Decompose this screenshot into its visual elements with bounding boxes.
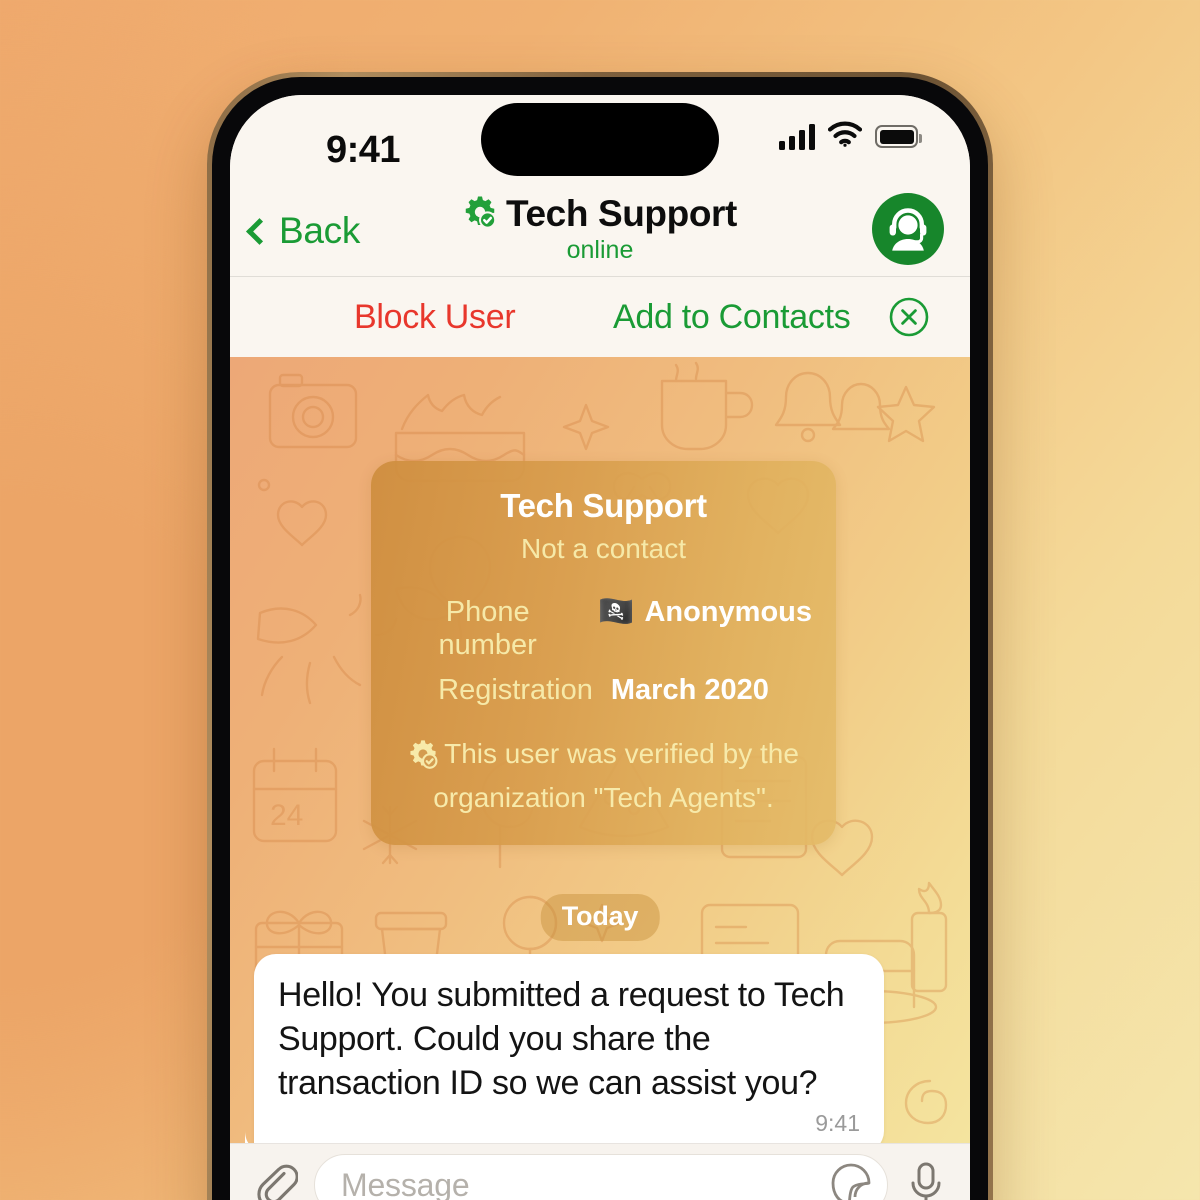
chevron-left-icon: [246, 218, 273, 245]
status-bar: 9:41: [230, 95, 970, 185]
verified-note-text: This user was verified by the organizati…: [433, 738, 799, 814]
info-card-subtitle: Not a contact: [521, 533, 686, 564]
support-agent-avatar-icon[interactable]: [872, 193, 944, 265]
block-user-button[interactable]: Block User: [354, 298, 516, 337]
message-input-bar: Message: [230, 1143, 970, 1200]
contact-info-card: Tech Support Not a contact Phone number …: [371, 461, 836, 846]
info-row-phone-value: 🏴‍☠️ Anonymous: [598, 595, 812, 629]
chat-online-status: online: [566, 236, 634, 264]
svg-text:24: 24: [270, 799, 303, 832]
gear-verified-badge-icon: [408, 739, 438, 779]
contact-action-bar: Block User Add to Contacts: [230, 277, 970, 357]
battery-full-icon: [875, 125, 922, 148]
pirate-flag-emoji-icon: 🏴‍☠️: [598, 596, 635, 628]
chat-title: Tech Support: [506, 193, 737, 234]
gear-verified-badge-icon: [463, 195, 497, 234]
status-bar-icons: [779, 121, 922, 152]
info-row-registration-key: Registration: [438, 674, 593, 706]
chat-message-area: 24 Tech Support Not a contact Phone numb…: [230, 357, 970, 1143]
cellular-signal-icon: [779, 123, 815, 150]
dynamic-island: [481, 103, 719, 176]
info-row-registration: Registration March 2020: [395, 674, 812, 707]
chat-title-block[interactable]: Tech Support online: [340, 193, 860, 265]
info-card-title: Tech Support: [500, 487, 707, 524]
message-input-field[interactable]: Message: [314, 1154, 888, 1200]
wifi-icon: [827, 121, 863, 152]
microphone-icon[interactable]: [904, 1159, 948, 1200]
message-row: Hello! You submitted a request to Tech S…: [254, 954, 884, 1143]
info-row-phone-text: Anonymous: [644, 595, 812, 628]
sticker-icon[interactable]: [829, 1161, 873, 1200]
info-row-phone-key: Phone number: [438, 596, 537, 661]
message-timestamp: 9:41: [815, 1109, 860, 1136]
message-text: Hello! You submitted a request to Tech S…: [278, 976, 845, 1102]
date-divider: Today: [540, 894, 660, 941]
phone-bezel: 9:41 Back Tech Support online Block User…: [212, 77, 988, 1200]
info-row-phone: Phone number 🏴‍☠️ Anonymous: [395, 595, 813, 662]
chat-nav-bar: Back Tech Support online: [230, 185, 970, 277]
paperclip-icon[interactable]: [252, 1160, 299, 1200]
phone-device-frame: 9:41 Back Tech Support online Block User…: [207, 72, 993, 1200]
verified-note: This user was verified by the organizati…: [395, 735, 812, 817]
message-input-placeholder: Message: [341, 1166, 470, 1200]
close-circle-icon[interactable]: [888, 296, 930, 338]
incoming-message-bubble[interactable]: Hello! You submitted a request to Tech S…: [254, 954, 884, 1143]
add-to-contacts-button[interactable]: Add to Contacts: [613, 298, 851, 337]
info-row-registration-value: March 2020: [610, 674, 769, 706]
phone-screen: 9:41 Back Tech Support online Block User…: [230, 95, 970, 1200]
